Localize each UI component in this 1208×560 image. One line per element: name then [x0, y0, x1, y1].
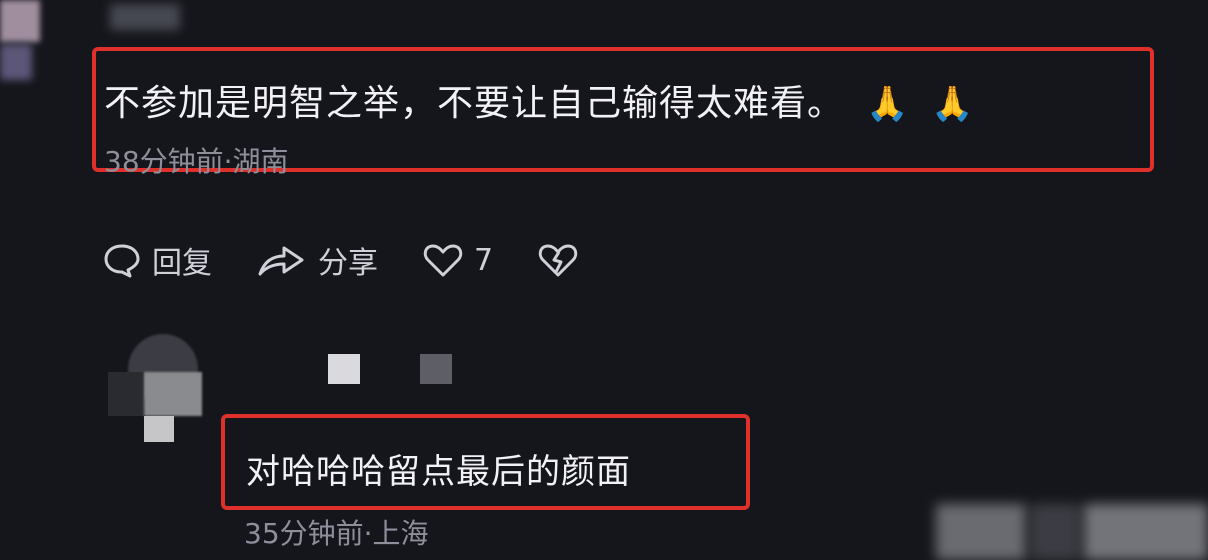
comment-1-text: 不参加是明智之举，不要让自己输得太难看。 🙏 🙏 — [104, 74, 975, 126]
share-label: 分享 — [318, 246, 378, 281]
like-count: 7 — [474, 242, 494, 278]
pray-emoji-icon: 🙏 — [866, 84, 910, 124]
avatar-2-pixel-block — [144, 416, 174, 442]
blurred-content — [1084, 504, 1208, 560]
reply-label: 回复 — [152, 246, 212, 281]
avatar-2-pixel-block — [108, 372, 144, 416]
reply-button[interactable]: 回复 — [102, 238, 212, 282]
username-2-pixel-block — [420, 354, 452, 384]
pray-emoji-icon: 🙏 — [931, 84, 975, 124]
share-button[interactable]: 分享 — [256, 238, 378, 282]
comment-bubble-icon — [104, 244, 140, 278]
comment-actions-bar: 回复 分享 7 — [102, 238, 633, 282]
username-top-pixelated — [110, 4, 180, 30]
avatar-top-cropped-lower — [0, 44, 32, 80]
share-arrow-icon — [258, 246, 304, 276]
blurred-content — [1030, 504, 1080, 560]
avatar-2-pixel-block — [144, 372, 202, 416]
avatar-top-cropped — [0, 0, 40, 42]
comment-1-body: 不参加是明智之举，不要让自己输得太难看。 — [104, 83, 845, 124]
like-button[interactable]: 7 — [422, 240, 493, 280]
dislike-button[interactable] — [537, 240, 589, 280]
comment-2-meta: 35分钟前·上海 — [244, 517, 429, 550]
comment-1-meta: 38分钟前·湖南 — [104, 145, 289, 178]
comment-2-text: 对哈哈哈留点最后的颜面 — [246, 452, 631, 492]
blurred-content — [936, 504, 1026, 560]
broken-heart-icon — [538, 244, 578, 277]
username-2-pixel-block — [328, 354, 360, 384]
heart-icon — [423, 244, 463, 277]
